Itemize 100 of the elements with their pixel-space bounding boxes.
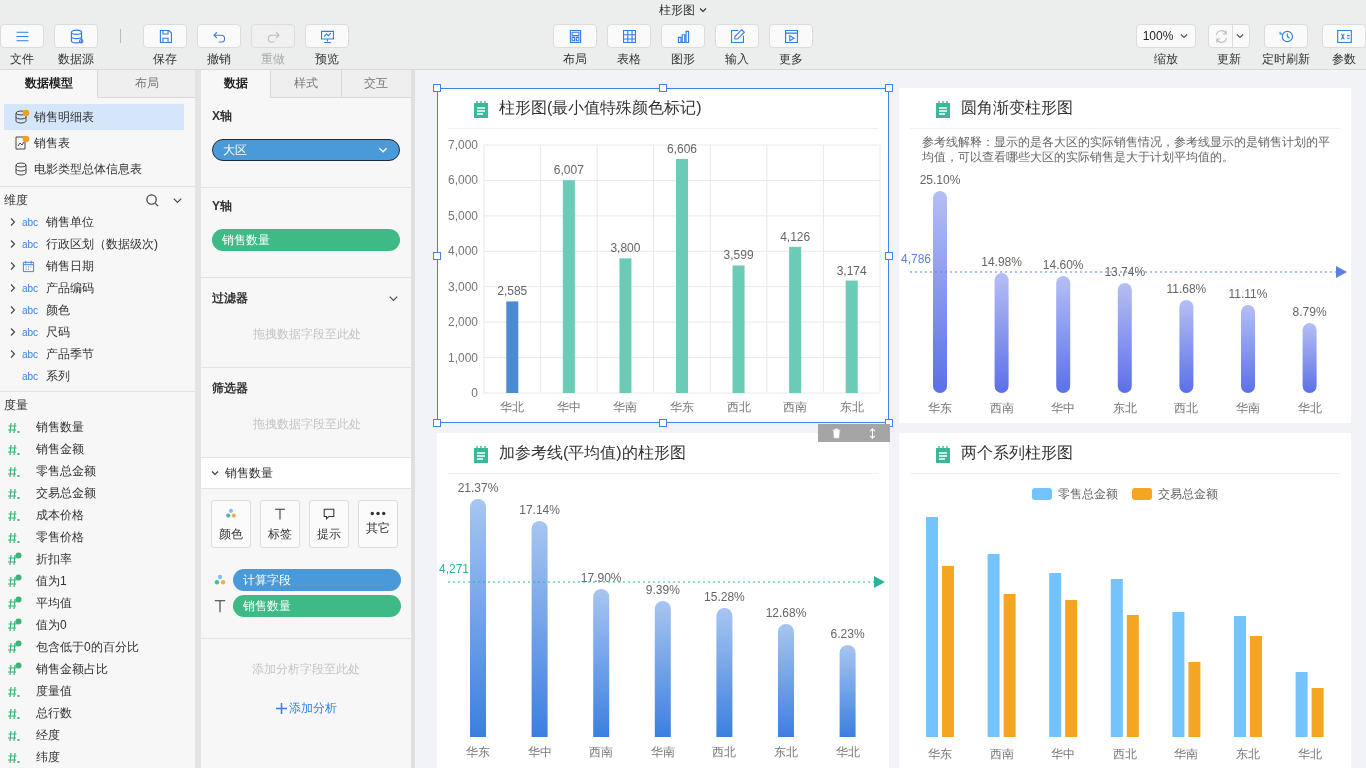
chart-card[interactable]: 柱形图(最小值特殊颜色标记) 0 1,000 2,000 3,000 4,000 5,000 6,000 7,000 2,585 华北 6,007 华中 3,800 华南 6,606 华东 3,599 西北 4,126 西南 3,174 东北 (437, 88, 889, 423)
toolbar-label: 参数 (1332, 51, 1356, 68)
axis-label: 0 (471, 386, 478, 400)
measure-item[interactable]: 成本价格 (36, 506, 84, 524)
chevron-right-icon[interactable] (8, 327, 18, 337)
toolbar-label: 图形 (671, 51, 695, 68)
axis-label: 西南 (989, 401, 1014, 415)
resize-handle[interactable] (659, 419, 667, 427)
axis-label: 西南 (589, 745, 614, 759)
chevron-right-icon[interactable] (8, 305, 18, 315)
measure-item[interactable]: 销售数量 (36, 418, 84, 436)
chevron-right-icon[interactable] (8, 239, 18, 249)
toolbar-button[interactable] (0, 24, 44, 48)
data-label: 11.11% (1228, 287, 1268, 301)
resize-handle[interactable] (433, 251, 441, 260)
axis-label: 6,000 (447, 173, 478, 188)
resize-handle[interactable] (885, 84, 893, 92)
dimension-item[interactable]: 产品季节 (46, 345, 94, 363)
toolbar-button[interactable] (769, 24, 813, 48)
section-title: X轴 (212, 109, 232, 123)
axis-label: 西南 (783, 400, 808, 414)
measure-item[interactable]: 零售总金额 (36, 462, 96, 480)
toolbar-label: 定时刷新 (1262, 51, 1310, 68)
toolbar-label: 更多 (779, 51, 803, 68)
measure-item[interactable]: 值为0 (36, 616, 67, 634)
resize-handle[interactable] (433, 419, 441, 427)
mark-button[interactable]: 其它 (358, 500, 398, 548)
section-title: Y轴 (212, 199, 232, 213)
dimension-item[interactable]: 颜色 (46, 301, 70, 319)
dimension-item[interactable]: 销售日期 (46, 257, 94, 275)
chevron-down-icon[interactable] (697, 5, 708, 15)
dimension-item[interactable]: 尺码 (46, 323, 70, 341)
measure-item[interactable]: 包含低于0的百分比 (36, 638, 139, 656)
data-label: 13.74% (1104, 265, 1146, 279)
measure-item[interactable]: 零售价格 (36, 528, 84, 546)
section-title: 销售数量 (225, 464, 273, 482)
measure-item[interactable]: 交易总金额 (36, 484, 96, 502)
data-label: 3,174 (836, 263, 867, 278)
chart-card[interactable]: 两个系列柱形图 零售总金额 交易总金额 华东 西南 华中 西北 华南 东北 华北 (899, 433, 1351, 768)
trash-icon[interactable] (830, 427, 842, 439)
legend-label[interactable]: 交易总金额 (1158, 485, 1218, 503)
toolbar-button[interactable] (1322, 24, 1366, 48)
chart-card[interactable]: 加参考线(平均值)的柱形图 21.37% 华东 17.14% 华中 17.90% 西南 9.39% 华南 15.28% 西北 12.68% 东北 6.23% 华北 4,271 (437, 433, 889, 768)
chevron-right-icon[interactable] (8, 217, 18, 227)
toolbar-button[interactable] (143, 24, 187, 48)
dimension-item[interactable]: 系列 (46, 367, 70, 385)
toolbar-button[interactable] (197, 24, 241, 48)
resize-handle[interactable] (659, 84, 667, 92)
toolbar-button[interactable] (1264, 24, 1308, 48)
chevron-right-icon[interactable] (8, 261, 18, 271)
card-title: 两个系列柱形图 (961, 443, 1073, 463)
legend-label[interactable]: 零售总金额 (1058, 485, 1118, 503)
reference-label: 4,786 (901, 252, 932, 266)
chevron-right-icon[interactable] (8, 349, 18, 359)
table-item[interactable]: 电影类型总体信息表 (4, 156, 184, 182)
dimension-item[interactable]: 销售单位 (46, 213, 94, 231)
mark-button[interactable]: 颜色 (211, 500, 251, 548)
table-item[interactable]: 销售明细表 (4, 104, 184, 130)
measure-item[interactable]: 销售金额占比 (36, 660, 108, 678)
axis-label: 华北 (835, 745, 860, 759)
measure-section-header[interactable]: 销售数量 (201, 458, 411, 489)
data-label: 21.37% (457, 481, 499, 495)
toolbar-button[interactable] (715, 24, 759, 48)
toolbar-button[interactable] (305, 24, 349, 48)
chevron-right-icon[interactable] (8, 283, 18, 293)
data-label: 2,585 (497, 284, 528, 299)
resize-handle[interactable] (433, 84, 441, 92)
dimension-item[interactable]: 产品编码 (46, 279, 94, 297)
measure-item[interactable]: 度量值 (36, 682, 72, 700)
add-analysis-link[interactable]: 添加分析 (275, 700, 337, 717)
type-label: abc (22, 326, 40, 338)
dimension-item[interactable]: 行政区划（数据级次) (46, 235, 158, 253)
measure-item[interactable]: 值为1 (36, 572, 67, 590)
measure-item[interactable]: 销售金额 (36, 440, 84, 458)
toolbar-button[interactable] (661, 24, 705, 48)
toolbar-button[interactable] (607, 24, 651, 48)
measure-item[interactable]: 纬度 (36, 748, 60, 766)
axis-label: 2,000 (447, 315, 478, 330)
axis-label: 3,000 (447, 279, 478, 294)
chart-card[interactable]: 圆角渐变柱形图 参考线解释：显示的是各大区的实际销售情况，参考线显示的是销售计划的平均值，可以查看哪些大区的实际销售是大于计划平均值的。 25.10% 华东 14.98% 西南 14.60% 华中 13.74% 东北 11.68% 西北 11.11% 华南 8.79% 华北 4,786 (899, 88, 1351, 423)
document-title[interactable]: 柱形图 (658, 1, 695, 19)
zoom-dropdown[interactable]: 100% (1136, 24, 1196, 48)
formula-icon (1335, 27, 1353, 45)
search-icon[interactable] (145, 192, 160, 208)
panel-tab[interactable]: 交互 (340, 70, 411, 98)
calendar-icon (22, 259, 35, 273)
measure-item[interactable]: 经度 (36, 726, 60, 744)
measure-item[interactable]: 总行数 (36, 704, 72, 722)
toolbar-button[interactable] (54, 24, 98, 48)
panel-tab[interactable]: 布局 (97, 70, 195, 98)
mark-button[interactable]: 提示 (309, 500, 349, 548)
measure-item[interactable]: 平均值 (36, 594, 72, 612)
mark-button[interactable]: 标签 (260, 500, 300, 548)
resize-handle[interactable] (885, 251, 893, 260)
type-label: abc (22, 370, 40, 382)
axis-label: 1,000 (447, 350, 478, 365)
toolbar-button[interactable] (553, 24, 597, 48)
panel-tab[interactable]: 样式 (270, 70, 341, 98)
table-item[interactable]: 销售表 (4, 130, 184, 156)
measure-item[interactable]: 折扣率 (36, 550, 72, 568)
